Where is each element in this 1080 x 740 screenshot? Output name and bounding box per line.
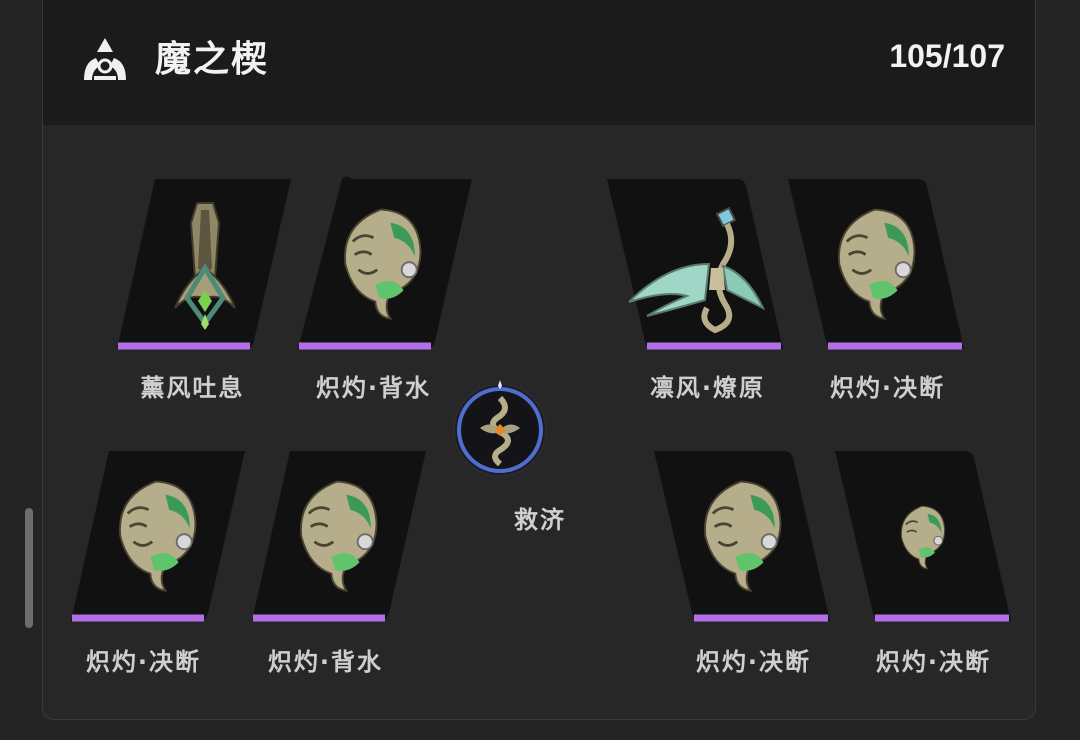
collection-count: 105/107: [889, 38, 1005, 74]
slot-label: 炽灼·决断: [695, 648, 812, 676]
mask-emblem-icon: [704, 480, 782, 592]
mask-emblem-icon: [119, 480, 197, 592]
wedge-slot-8[interactable]: [835, 450, 1011, 625]
slot-label: 炽灼·背水: [315, 374, 432, 402]
wedge-slot-3[interactable]: [607, 178, 783, 353]
triad-logo-icon: [84, 38, 126, 80]
mask-emblem-icon: [900, 505, 946, 570]
wedge-slot-7[interactable]: [654, 450, 830, 625]
emblem-pendant-icon: [174, 202, 236, 330]
mask-emblem-icon: [300, 480, 378, 592]
wedge-slot-6[interactable]: [250, 450, 426, 625]
wedge-slot-5[interactable]: [69, 450, 245, 625]
slot-label: 炽灼·决断: [85, 648, 202, 676]
mask-emblem-icon: [838, 208, 916, 320]
scrollbar[interactable]: [25, 508, 33, 628]
panel-header: 魔之楔 105/107: [43, 0, 1035, 125]
slot-label: 炽灼·背水: [267, 648, 384, 676]
slot-label: 炽灼·决断: [875, 648, 992, 676]
mask-emblem-icon: [344, 208, 422, 320]
wedge-slot-1[interactable]: [115, 178, 291, 353]
slot-label: 炽灼·决断: [829, 374, 946, 402]
slot-label: 凛风·燎原: [649, 374, 766, 402]
serpent-emblem-icon: [453, 380, 547, 477]
center-slot[interactable]: [450, 380, 550, 480]
phoenix-emblem-icon: [628, 206, 766, 334]
slot-label: 薰风吐息: [140, 374, 245, 402]
page-title: 魔之楔: [155, 39, 270, 80]
center-label: 救济: [514, 506, 566, 534]
wedge-slot-4[interactable]: [788, 178, 964, 353]
wedge-slot-2[interactable]: [296, 176, 472, 353]
